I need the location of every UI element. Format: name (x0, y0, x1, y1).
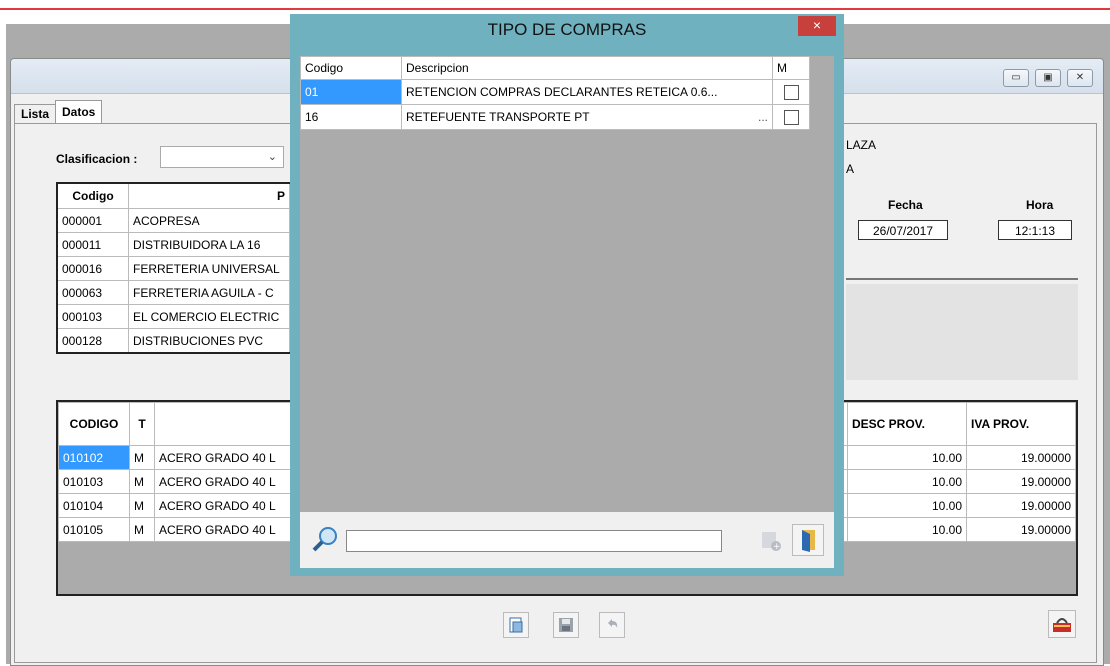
cell-name[interactable]: EL COMERCIO ELECTRIC (128, 304, 290, 329)
dialog-close-button[interactable]: × (798, 16, 836, 36)
grid1-header-proveedor[interactable]: P (128, 182, 290, 209)
table-row[interactable]: 000011 DISTRIBUIDORA LA 16 (56, 232, 290, 257)
provider-info-line2: A (846, 162, 855, 176)
dialog-title: TIPO DE COMPRAS (487, 20, 647, 39)
cell-t[interactable]: M (129, 469, 155, 494)
cell-code[interactable]: 000011 (56, 232, 129, 257)
hora-label: Hora (1026, 198, 1054, 212)
tab-datos[interactable]: Datos (55, 100, 103, 124)
clasificacion-label: Clasificacion : (56, 152, 138, 166)
cell-desc-prov[interactable]: 10.00 (847, 469, 967, 494)
cell-t[interactable]: M (129, 517, 155, 542)
grid2-header-iva-prov[interactable]: IVA PROV. (966, 402, 1076, 446)
checkbox-m[interactable] (783, 84, 799, 100)
divider (846, 278, 1078, 280)
cell-code[interactable]: 01 (300, 79, 402, 105)
grid2-header-codigo[interactable]: CODIGO (58, 402, 130, 446)
magnifier-icon[interactable] (310, 524, 340, 554)
dialog-search-input[interactable] (346, 530, 722, 552)
cell-name[interactable]: FERRETERIA AGUILA - C (128, 280, 290, 305)
dialog-header-codigo[interactable]: Codigo (300, 56, 402, 80)
cell-name[interactable]: FERRETERIA UNIVERSAL (128, 256, 290, 281)
cell-t[interactable]: M (129, 493, 155, 518)
ellipsis-button[interactable]: ... (758, 110, 768, 124)
cell-iva-prov[interactable]: 19.00000 (966, 445, 1076, 470)
basket-button[interactable] (1048, 610, 1076, 638)
close-child-button[interactable]: ✕ (1067, 69, 1093, 87)
cell-code[interactable]: 010103 (58, 469, 130, 494)
title-accent-line (0, 8, 1110, 10)
cell-iva-prov[interactable]: 19.00000 (966, 493, 1076, 518)
svg-text:+: + (773, 542, 781, 552)
tab-strip: Lista Datos (14, 100, 103, 124)
exit-door-icon (802, 530, 815, 552)
cell-code[interactable]: 000001 (56, 208, 129, 233)
grid1-header-codigo[interactable]: Codigo (56, 182, 129, 209)
cell-m[interactable] (772, 79, 810, 105)
table-row[interactable]: 000063 FERRETERIA AGUILA - C (56, 280, 290, 305)
add-record-button[interactable]: + (756, 526, 786, 556)
cell-desc[interactable]: RETEFUENTE TRANSPORTE PT... (401, 104, 773, 130)
undo-icon (608, 619, 618, 628)
save-button[interactable] (553, 612, 579, 638)
report-icon (509, 617, 523, 633)
cell-code[interactable]: 010102 (58, 445, 130, 470)
cell-desc-prov[interactable]: 10.00 (847, 445, 967, 470)
basket-icon (1053, 618, 1071, 632)
table-row[interactable]: 000001 ACOPRESA (56, 208, 290, 233)
cell-t[interactable]: M (129, 445, 155, 470)
dialog-header-m[interactable]: M (772, 56, 810, 80)
chevron-down-icon: ⌄ (267, 151, 277, 163)
hora-field[interactable]: 12:1:13 (998, 220, 1072, 240)
cell-desc-prov[interactable]: 10.00 (847, 517, 967, 542)
cell-code[interactable]: 000063 (56, 280, 129, 305)
table-row[interactable]: 000016 FERRETERIA UNIVERSAL (56, 256, 290, 281)
table-row[interactable]: 000103 EL COMERCIO ELECTRIC (56, 304, 290, 329)
cell-code[interactable]: 010104 (58, 493, 130, 518)
table-row[interactable]: 01 RETENCION COMPRAS DECLARANTES RETEICA… (300, 79, 810, 105)
table-row[interactable]: 000128 DISTRIBUCIONES PVC (56, 328, 290, 354)
cell-code[interactable]: 010105 (58, 517, 130, 542)
save-icon (559, 618, 573, 632)
cell-desc-prov[interactable]: 10.00 (847, 493, 967, 518)
checkbox-m[interactable] (783, 109, 799, 125)
cell-desc-text: RETENCION COMPRAS DECLARANTES RETEICA 0.… (406, 85, 718, 99)
minimize-icon: ▭ (1011, 72, 1021, 83)
dialog-grid-area: Codigo Descripcion M 01 RETENCION COMPRA… (300, 56, 834, 512)
provider-info-line1: LAZA (846, 138, 877, 152)
cell-iva-prov[interactable]: 19.00000 (966, 469, 1076, 494)
cell-name[interactable]: ACOPRESA (128, 208, 290, 233)
minimize-button[interactable]: ▭ (1003, 69, 1029, 87)
cell-iva-prov[interactable]: 19.00000 (966, 517, 1076, 542)
fecha-label: Fecha (888, 198, 923, 212)
dialog-header-descripcion[interactable]: Descripcion (401, 56, 773, 80)
cell-desc-text: RETEFUENTE TRANSPORTE PT (406, 110, 590, 124)
cell-desc[interactable]: RETENCION COMPRAS DECLARANTES RETEICA 0.… (401, 79, 773, 105)
maximize-icon: ▣ (1043, 72, 1053, 83)
clasificacion-combo[interactable]: ⌄ (160, 146, 284, 168)
grid2-header-t[interactable]: T (129, 402, 155, 446)
maximize-button[interactable]: ▣ (1035, 69, 1061, 87)
tipo-compras-grid: Codigo Descripcion M 01 RETENCION COMPRA… (300, 56, 810, 130)
grid2-header-desc-prov[interactable]: DESC PROV. (847, 402, 967, 446)
table-row[interactable]: 16 RETEFUENTE TRANSPORTE PT... (300, 104, 810, 130)
providers-grid: Codigo P 000001 ACOPRESA 000011 DISTRIBUID… (56, 182, 290, 354)
cell-code[interactable]: 000016 (56, 256, 129, 281)
add-record-icon: + (762, 532, 781, 552)
exit-button[interactable] (792, 524, 824, 556)
close-icon: ✕ (1075, 72, 1085, 83)
dialog-footer: + (300, 512, 834, 568)
fecha-field[interactable]: 26/07/2017 (858, 220, 948, 240)
cell-name[interactable]: DISTRIBUIDORA LA 16 (128, 232, 290, 257)
cell-code[interactable]: 000103 (56, 304, 129, 329)
cell-code[interactable]: 16 (300, 104, 402, 130)
report-button[interactable] (503, 612, 529, 638)
tipo-compras-dialog: TIPO DE COMPRAS × Codigo Descripcion M 0… (290, 14, 844, 576)
undo-button[interactable] (599, 612, 625, 638)
cell-code[interactable]: 000128 (56, 328, 129, 354)
tab-lista[interactable]: Lista (14, 104, 56, 124)
totals-panel (846, 284, 1078, 380)
cell-name[interactable]: DISTRIBUCIONES PVC (128, 328, 290, 354)
cell-m[interactable] (772, 104, 810, 130)
